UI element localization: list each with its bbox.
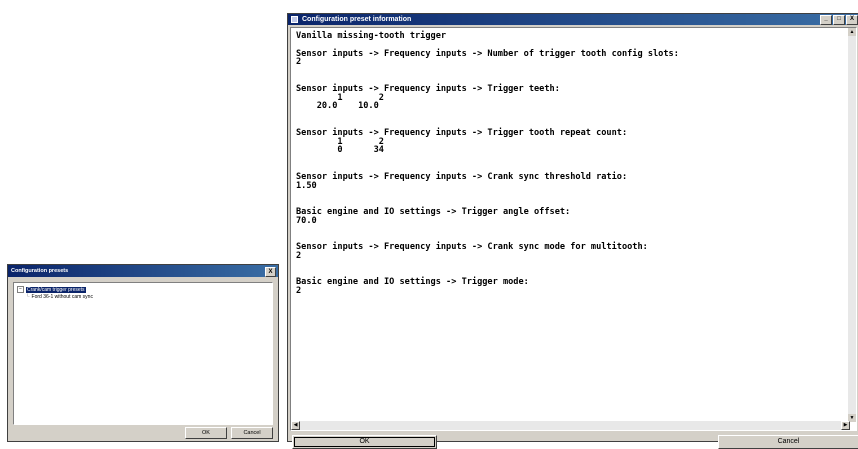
cancel-button[interactable]: Cancel [231, 427, 273, 439]
preset-info-textbox[interactable]: Vanilla missing-tooth trigger Sensor inp… [290, 27, 857, 431]
tree-branch-line: └ [26, 294, 30, 300]
cancel-button[interactable]: Cancel [718, 435, 858, 449]
maximize-icon[interactable]: □ [833, 15, 845, 25]
preset-info-text: Vanilla missing-tooth trigger Sensor inp… [296, 31, 679, 297]
ok-button[interactable]: OK [185, 427, 227, 439]
close-icon[interactable]: X [846, 15, 858, 25]
collapse-icon[interactable]: − [17, 286, 24, 293]
close-icon[interactable]: X [265, 267, 276, 277]
scroll-right-icon[interactable]: ▶ [841, 421, 850, 430]
tree-item-label[interactable]: Ford 36-1 without cam sync [32, 294, 93, 300]
info-title-bar[interactable]: Configuration preset information _ □ X [288, 14, 858, 25]
tree-item[interactable]: └ Ford 36-1 without cam sync [26, 294, 93, 300]
tree-root-label[interactable]: Crank/cam trigger presets [26, 286, 86, 293]
configuration-presets-dialog: Configuration presets X − Crank/cam trig… [7, 264, 279, 442]
scroll-up-icon[interactable]: ▲ [848, 28, 856, 36]
tree-root-node[interactable]: − Crank/cam trigger presets [17, 286, 86, 293]
preset-information-window: Configuration preset information _ □ X V… [287, 13, 858, 449]
vertical-scrollbar[interactable]: ▲ ▼ [848, 28, 856, 422]
presets-tree[interactable]: − Crank/cam trigger presets └ Ford 36-1 w… [13, 282, 273, 425]
info-title: Configuration preset information [302, 16, 412, 23]
minimize-icon[interactable]: _ [820, 15, 832, 25]
ok-button[interactable]: OK [292, 435, 437, 449]
horizontal-scrollbar[interactable]: ◀ ▶ [291, 421, 850, 430]
presets-title-bar[interactable]: Configuration presets X [8, 265, 278, 277]
scroll-left-icon[interactable]: ◀ [291, 421, 300, 430]
presets-title: Configuration presets [11, 268, 69, 274]
app-icon [291, 16, 298, 23]
